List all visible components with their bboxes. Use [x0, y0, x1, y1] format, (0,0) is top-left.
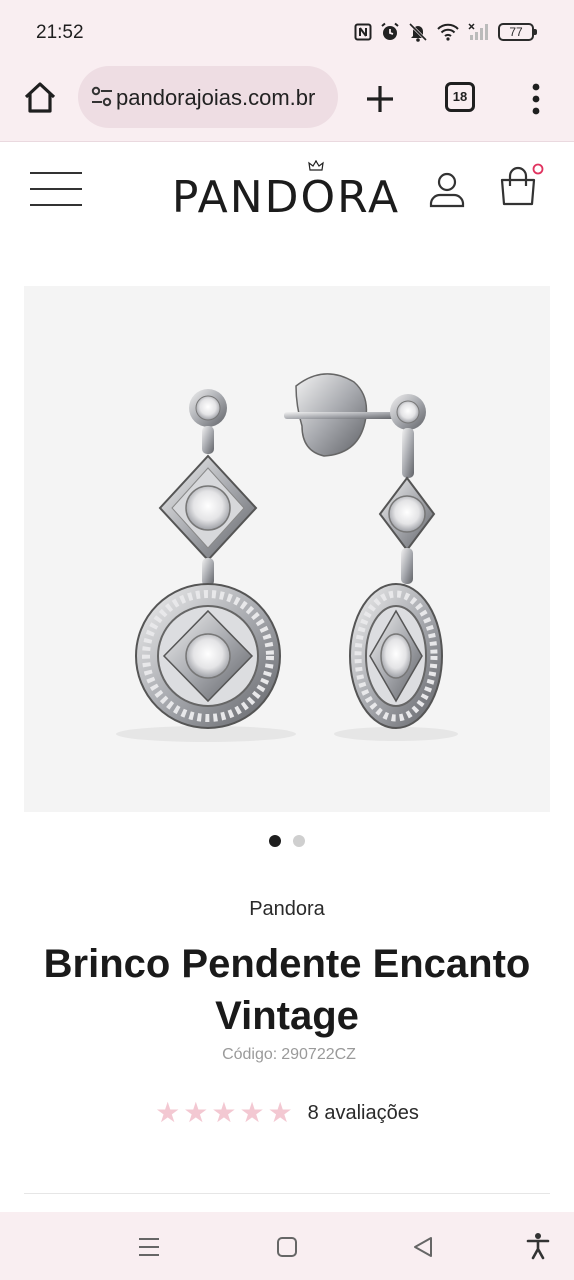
logo-text: PANDORA: [171, 172, 401, 223]
product-code-value: 290722CZ: [281, 1046, 356, 1063]
image-carousel-dots: [0, 835, 574, 849]
home-icon[interactable]: [20, 78, 60, 118]
site-settings-icon[interactable]: [90, 86, 114, 108]
recents-icon[interactable]: [138, 1236, 160, 1258]
star-icon: ★: [267, 1097, 293, 1128]
signal-icon: [468, 23, 488, 40]
product-code: Código: 290722CZ: [0, 1046, 574, 1064]
earrings-illustration: [116, 373, 458, 742]
reviews-count[interactable]: 8 avaliações: [308, 1102, 419, 1125]
address-bar[interactable]: pandorajoias.com.br: [78, 66, 338, 128]
status-time: 21:52: [36, 22, 84, 43]
product-title: Brinco Pendente Encanto Vintage: [43, 942, 531, 1038]
hamburger-icon[interactable]: [30, 172, 82, 206]
account-icon[interactable]: [428, 170, 466, 210]
product-brand: Pandora: [249, 898, 325, 920]
tabs-icon[interactable]: 18: [445, 82, 475, 112]
system-nav-bar: [0, 1212, 574, 1280]
star-icon: ★: [155, 1097, 181, 1128]
accessibility-icon[interactable]: [526, 1232, 550, 1260]
url-text: pandorajoias.com.br: [116, 85, 316, 110]
alarm-icon: [381, 22, 399, 40]
pandora-logo[interactable]: PANDORA: [170, 160, 402, 223]
content-divider: [24, 1193, 550, 1194]
star-icon: ★: [183, 1097, 209, 1128]
browser-toolbar: pandorajoias.com.br 18: [0, 64, 574, 142]
star-icon: ★: [211, 1097, 237, 1128]
product-image[interactable]: [24, 286, 550, 812]
status-icons: 77: [354, 22, 537, 42]
site-header: PANDORA: [0, 142, 574, 238]
mute-icon: [408, 22, 428, 42]
battery-icon: 77: [498, 23, 537, 41]
crown-icon: [308, 160, 324, 171]
product-code-label: Código:: [222, 1046, 278, 1063]
cart-icon[interactable]: [498, 162, 544, 210]
nfc-icon: [354, 23, 372, 41]
product-rating[interactable]: ★ ★ ★ ★ ★ 8 avaliações: [0, 1098, 574, 1128]
back-icon[interactable]: [412, 1236, 434, 1258]
wifi-icon: [437, 23, 459, 41]
home-square-icon[interactable]: [276, 1236, 298, 1258]
carousel-dot-2[interactable]: [293, 835, 305, 847]
status-bar: 21:52 77: [0, 0, 574, 64]
star-icon: ★: [239, 1097, 265, 1128]
carousel-dot-1[interactable]: [269, 835, 281, 847]
new-tab-icon[interactable]: [362, 81, 398, 117]
more-vert-icon[interactable]: [524, 80, 548, 118]
